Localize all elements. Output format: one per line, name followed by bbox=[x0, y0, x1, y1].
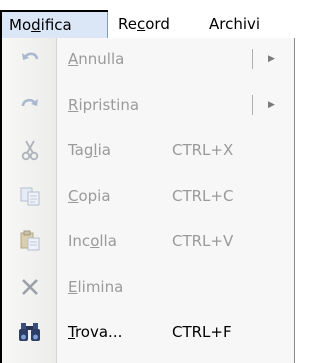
menu-item-label: Taglia bbox=[68, 141, 111, 159]
menu-item-shortcut: CTRL+X bbox=[172, 141, 234, 159]
menu-label-part: ifica bbox=[40, 16, 72, 34]
menu-item-shortcut: CTRL+C bbox=[172, 187, 234, 205]
menu-item-copia[interactable]: Copia CTRL+C bbox=[0, 177, 295, 215]
menu-item-label: Incolla bbox=[68, 232, 117, 250]
menu-item-label: Trova... bbox=[68, 323, 123, 341]
edit-dropdown-menu: Annulla ▶ Ripristina ▶ Taglia CTRL+X Cop… bbox=[0, 38, 295, 363]
menu-label-part: Mo bbox=[9, 16, 32, 34]
menu-item-incolla[interactable]: Incolla CTRL+V bbox=[0, 222, 295, 260]
submenu-arrow-icon: ▶ bbox=[268, 54, 275, 64]
submenu-separator bbox=[252, 49, 253, 69]
menu-item-annulla[interactable]: Annulla ▶ bbox=[0, 40, 295, 78]
menu-bar: Modifica Record Archivi bbox=[0, 0, 295, 38]
window-left-border bbox=[0, 10, 2, 363]
menu-label-part: Re bbox=[118, 15, 137, 33]
menu-item-label: Elimina bbox=[68, 278, 124, 296]
menu-archivi[interactable]: Archivi bbox=[203, 10, 266, 38]
menu-item-ripristina[interactable]: Ripristina ▶ bbox=[0, 86, 295, 124]
redo-icon bbox=[18, 94, 42, 116]
submenu-arrow-icon: ▶ bbox=[268, 100, 275, 110]
paste-icon bbox=[18, 230, 42, 252]
submenu-separator bbox=[252, 95, 253, 115]
binoculars-icon bbox=[18, 321, 42, 343]
undo-icon bbox=[18, 48, 42, 70]
menu-item-label: Ripristina bbox=[68, 96, 140, 114]
menu-accelerator-key: d bbox=[31, 16, 41, 34]
menu-item-taglia[interactable]: Taglia CTRL+X bbox=[0, 131, 295, 169]
menu-top-border bbox=[0, 10, 108, 12]
menu-record[interactable]: Record bbox=[112, 10, 176, 38]
menu-accelerator-key: c bbox=[136, 15, 146, 33]
scissors-icon bbox=[18, 139, 42, 161]
menu-modifica[interactable]: Modifica bbox=[0, 10, 108, 38]
delete-icon bbox=[18, 276, 42, 298]
menu-item-trova[interactable]: Trova... CTRL+F bbox=[0, 313, 295, 351]
copy-icon bbox=[18, 185, 42, 207]
menu-item-label: Annulla bbox=[68, 50, 125, 68]
menu-item-shortcut: CTRL+V bbox=[172, 232, 234, 250]
menu-item-label: Copia bbox=[68, 187, 111, 205]
application-window: Modifica Record Archivi Annulla ▶ Ripris… bbox=[0, 0, 295, 363]
menu-label-part: Archivi bbox=[209, 15, 261, 33]
menu-item-shortcut: CTRL+F bbox=[172, 323, 232, 341]
menu-label-part: ord bbox=[145, 15, 170, 33]
menu-item-elimina[interactable]: Elimina bbox=[0, 268, 295, 306]
